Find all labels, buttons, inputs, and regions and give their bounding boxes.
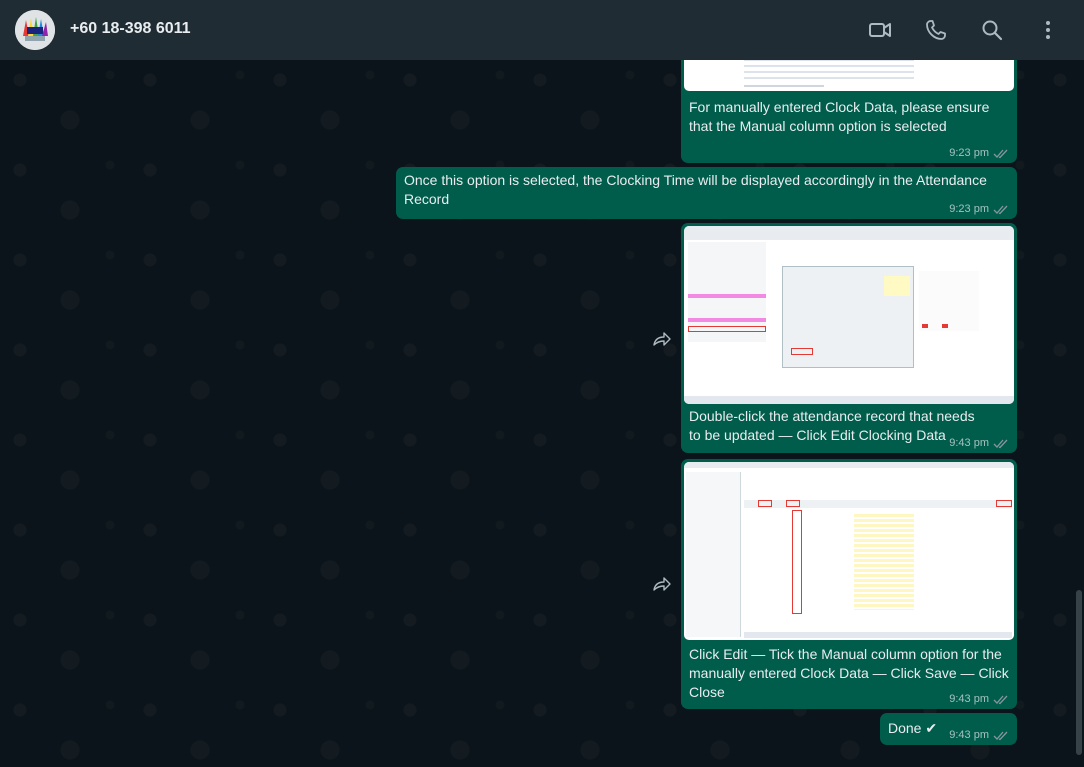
forward-icon[interactable] xyxy=(652,576,672,592)
message-meta: 9:23 pm xyxy=(949,203,1009,215)
message-text: Once this option is selected, the Clocki… xyxy=(404,172,987,207)
message-meta: 9:43 pm xyxy=(949,437,1009,449)
message-bubble[interactable]: Double-click the attendance record that … xyxy=(681,223,1017,453)
avatar[interactable] xyxy=(15,10,55,50)
message-time: 9:43 pm xyxy=(949,729,989,741)
voice-call-icon[interactable] xyxy=(924,18,948,42)
message-time: 9:23 pm xyxy=(949,147,989,159)
chat-header: +60 18-398 6011 xyxy=(0,0,1084,60)
message-image[interactable] xyxy=(684,226,1014,404)
search-icon[interactable] xyxy=(980,18,1004,42)
read-ticks-icon xyxy=(993,205,1008,214)
video-call-icon[interactable] xyxy=(868,18,892,42)
message-time: 9:23 pm xyxy=(949,203,989,215)
read-ticks-icon xyxy=(993,149,1008,158)
chat-area[interactable]: For manually entered Clock Data, please … xyxy=(0,60,1084,767)
message-text: For manually entered Clock Data, please … xyxy=(689,99,990,134)
message-image[interactable] xyxy=(684,462,1014,640)
read-ticks-icon xyxy=(993,731,1008,740)
read-ticks-icon xyxy=(993,439,1008,448)
contact-name[interactable]: +60 18-398 6011 xyxy=(70,20,191,38)
message-image[interactable] xyxy=(684,60,1014,91)
message-meta: 9:23 pm xyxy=(949,147,1009,159)
message-bubble[interactable]: For manually entered Clock Data, please … xyxy=(681,60,1017,163)
message-meta: 9:43 pm xyxy=(949,693,1009,705)
forward-icon[interactable] xyxy=(652,331,672,347)
contact-logo-icon xyxy=(15,10,55,50)
menu-icon[interactable] xyxy=(1036,18,1060,42)
message-meta: 9:43 pm xyxy=(949,729,1009,741)
message-time: 9:43 pm xyxy=(949,693,989,705)
message-text: Done ✔ xyxy=(888,720,938,736)
message-bubble[interactable]: Once this option is selected, the Clocki… xyxy=(396,167,1017,219)
scrollbar[interactable] xyxy=(1076,590,1082,755)
message-bubble[interactable]: Click Edit — Tick the Manual column opti… xyxy=(681,459,1017,709)
message-bubble[interactable]: Done ✔ 9:43 pm xyxy=(880,713,1017,745)
read-ticks-icon xyxy=(993,695,1008,704)
message-time: 9:43 pm xyxy=(949,437,989,449)
